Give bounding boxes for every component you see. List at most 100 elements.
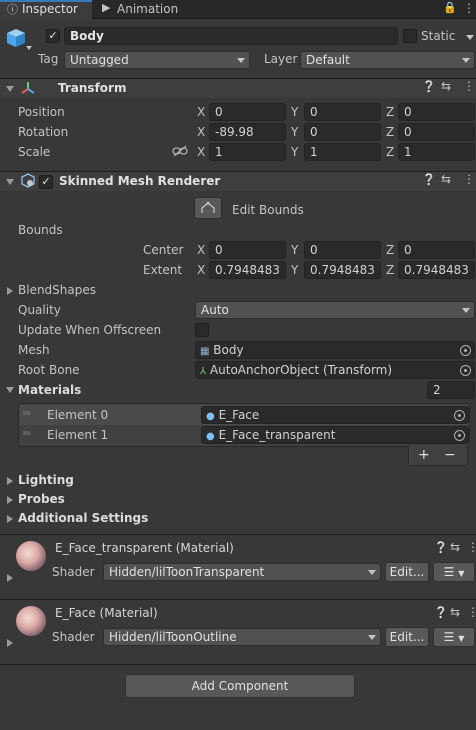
preset-icon[interactable]: ⇆ [450,540,460,554]
foldout-arrow-icon[interactable] [7,639,13,647]
gameobject-icon-dropdown[interactable] [26,46,32,50]
preset-icon[interactable]: ⇆ [441,79,451,93]
axis-x-label[interactable]: X [197,243,205,257]
preset-icon[interactable]: ⇆ [441,172,451,186]
edit-shader-button[interactable]: Edit... [385,562,429,582]
axis-x-label[interactable]: X [197,125,205,139]
axis-y-label[interactable]: Y [291,263,298,277]
list-footer [408,446,468,466]
axis-z-label[interactable]: Z [386,243,394,257]
object-name-field[interactable]: Body [64,27,398,45]
gameobject-icon [7,29,25,47]
axis-z-label[interactable]: Z [386,125,394,139]
constrain-proportions-icon[interactable] [172,145,188,157]
element-1-label: Element 1 [47,428,109,442]
foldout-arrow-icon[interactable] [7,496,13,504]
probes-foldout[interactable]: Probes [18,492,65,506]
rotation-x-field[interactable]: -89.98 [209,123,286,141]
divider [0,664,476,665]
extent-label: Extent [143,263,183,277]
shader-dropdown[interactable]: Hidden/lilToonTransparent [103,563,381,581]
remove-element-button[interactable]: − [444,447,456,463]
more-icon[interactable]: ⋮ [467,605,476,619]
element-0-label: Element 0 [47,408,109,422]
element-0-field[interactable]: ● E_Face [201,406,469,424]
lock-icon[interactable]: 🔒 [443,1,457,14]
mesh-value: Body [213,343,244,357]
axis-z-label[interactable]: Z [386,263,394,277]
axis-y-label[interactable]: Y [291,125,298,139]
object-picker-icon[interactable] [460,345,471,356]
foldout-arrow-icon[interactable] [7,287,13,295]
object-picker-icon[interactable] [454,410,465,421]
quality-dropdown[interactable]: Auto [195,301,475,319]
center-x-field[interactable]: 0 [209,241,286,259]
blendshapes-foldout[interactable]: BlendShapes [18,283,96,297]
axis-x-label[interactable]: X [197,145,205,159]
tag-dropdown[interactable]: Untagged [64,51,250,69]
static-checkbox[interactable] [403,29,417,43]
extent-z-field[interactable]: 0.7948483 [398,261,475,279]
extent-x-field[interactable]: 0.7948483 [209,261,286,279]
scale-y-field[interactable]: 1 [304,143,381,161]
scale-z-field[interactable]: 1 [398,143,475,161]
axis-x-label[interactable]: X [197,105,205,119]
materials-foldout[interactable]: Materials [18,383,81,397]
position-z-field[interactable]: 0 [398,103,475,121]
center-z-field[interactable]: 0 [398,241,475,259]
position-x-field[interactable]: 0 [209,103,286,121]
materials-count-field[interactable]: 2 [427,381,475,399]
smr-enabled-checkbox[interactable]: ✓ [39,175,53,189]
rotation-y-field[interactable]: 0 [304,123,381,141]
foldout-arrow-icon[interactable] [7,477,13,485]
rotation-z-field[interactable]: 0 [398,123,475,141]
help-icon[interactable]: ❔ [422,80,436,93]
rootbone-field[interactable]: ⅄ AutoAnchorObject (Transform) [195,361,475,379]
scale-x-field[interactable]: 1 [209,143,286,161]
extent-y-field[interactable]: 0.7948483 [304,261,381,279]
mesh-field[interactable]: ▦ Body [195,341,475,359]
drag-handle-icon[interactable]: ═ [23,406,30,420]
help-icon[interactable]: ❔ [422,173,436,186]
foldout-arrow-icon[interactable] [6,387,14,393]
drag-handle-icon[interactable]: ═ [23,426,30,440]
more-icon[interactable]: ⋮ [463,79,475,93]
more-icon[interactable]: ⋮ [463,172,475,186]
axis-y-label[interactable]: Y [291,243,298,257]
foldout-arrow-icon[interactable] [6,179,14,185]
element-1-field[interactable]: ● E_Face_transparent [201,426,469,444]
help-icon[interactable]: ❔ [434,541,448,554]
axis-z-label[interactable]: Z [386,105,394,119]
axis-y-label[interactable]: Y [291,105,298,119]
layer-dropdown[interactable]: Default [300,51,475,69]
preset-icon[interactable]: ⇆ [450,605,460,619]
active-checkbox[interactable]: ✓ [46,29,60,43]
center-y-field[interactable]: 0 [304,241,381,259]
axis-y-label[interactable]: Y [291,145,298,159]
more-icon[interactable]: ⋮ [463,1,475,15]
position-y-field[interactable]: 0 [304,103,381,121]
foldout-arrow-icon[interactable] [7,515,13,523]
axis-z-label[interactable]: Z [386,145,394,159]
shader-dropdown[interactable]: Hidden/lilToonOutline [103,628,381,646]
edit-bounds-button[interactable] [194,197,222,219]
axis-x-label[interactable]: X [197,263,205,277]
more-icon[interactable]: ⋮ [467,540,476,554]
update-offscreen-checkbox[interactable] [195,323,209,337]
shader-options-button[interactable]: ☰ ▼ [433,627,475,647]
animation-icon: ▶ [102,1,111,14]
shader-options-button[interactable]: ☰ ▼ [433,562,475,582]
add-element-button[interactable]: + [418,447,430,463]
foldout-arrow-icon[interactable] [6,86,14,92]
add-component-button[interactable]: Add Component [125,674,355,698]
material-thumbnail [16,606,46,636]
help-icon[interactable]: ❔ [434,606,448,619]
additional-settings-foldout[interactable]: Additional Settings [18,511,148,525]
chevron-down-icon [368,635,376,640]
edit-shader-button[interactable]: Edit... [385,627,429,647]
object-picker-icon[interactable] [454,430,465,441]
lighting-foldout[interactable]: Lighting [18,473,74,487]
foldout-arrow-icon[interactable] [7,574,13,582]
static-dropdown-arrow[interactable] [466,35,474,40]
object-picker-icon[interactable] [460,365,471,376]
